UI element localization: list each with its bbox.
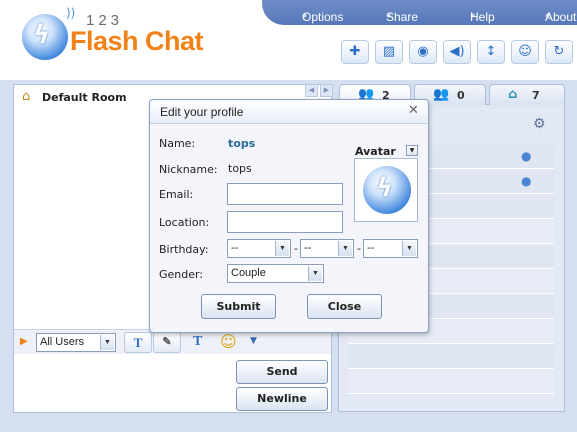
separator: - <box>357 242 361 255</box>
gamepad-icon[interactable]: ✚ <box>341 40 369 64</box>
speaker-icon[interactable]: ◀) <box>443 40 471 64</box>
message-input[interactable] <box>14 356 232 412</box>
send-button[interactable]: Send <box>236 360 328 384</box>
avatar-dropdown[interactable]: ▼ <box>406 145 418 156</box>
name-label: Name: <box>159 137 196 150</box>
chevron-down-icon[interactable]: ▼ <box>250 336 257 346</box>
refresh-icon[interactable]: ↻ <box>545 40 573 64</box>
tab-rooms[interactable]: ⌂ 7 <box>489 84 565 105</box>
user-row <box>348 345 554 369</box>
avatar-label: Avatar <box>355 145 396 158</box>
header: ϟ )) 123 Flash Chat ● Options ● Share ● Hel… <box>0 0 577 80</box>
birthday-month-select[interactable]: -- ▼ <box>227 239 291 258</box>
nickname-label: Nickname: <box>159 163 218 176</box>
lightning-icon: ϟ <box>33 20 51 50</box>
room-name: Default Room <box>42 91 127 104</box>
logo-title: Flash Chat <box>70 26 204 56</box>
birthday-label: Birthday: <box>159 243 209 256</box>
dialog-titlebar: Edit your profile ✕ <box>150 100 428 124</box>
location-label: Location: <box>159 216 210 229</box>
edit-profile-dialog: Edit your profile ✕ Name: tops Nickname:… <box>149 99 429 333</box>
nickname-value: tops <box>228 162 252 175</box>
recipient-select[interactable]: All Users ▼ <box>36 333 116 352</box>
birthday-year-select[interactable]: -- ▼ <box>363 239 418 258</box>
gender-label: Gender: <box>159 268 204 281</box>
top-nav: ● Options ● Share ● Help ● About <box>262 0 577 25</box>
chevron-down-icon: ▼ <box>308 266 322 281</box>
separator: - <box>294 242 298 255</box>
room-tab[interactable]: ⌂ Default Room <box>14 85 149 109</box>
dialog-title: Edit your profile <box>160 105 244 119</box>
resize-icon[interactable]: ↕ <box>477 40 505 64</box>
close-icon[interactable]: ✕ <box>408 103 419 118</box>
pencil-button[interactable]: ✎ <box>153 332 181 353</box>
email-field[interactable] <box>227 183 343 205</box>
email-label: Email: <box>159 188 194 201</box>
chevron-down-icon: ▼ <box>402 241 416 256</box>
gear-icon[interactable]: ⚙ <box>533 116 546 132</box>
image-icon[interactable]: ▨ <box>375 40 403 64</box>
user-row <box>348 370 554 394</box>
smiley-bubble-icon[interactable]: ☺ <box>511 40 539 64</box>
name-value: tops <box>228 137 256 150</box>
home-icon: ⌂ <box>508 87 518 102</box>
add-users-icon: 👥 <box>433 87 450 102</box>
chevron-down-icon: ▼ <box>338 241 352 256</box>
webcam-icon[interactable]: ◉ <box>409 40 437 64</box>
location-field[interactable] <box>227 211 343 233</box>
lightning-icon: ϟ <box>376 173 394 203</box>
submit-button[interactable]: Submit <box>201 294 276 319</box>
text-bold-button[interactable]: T <box>124 332 152 353</box>
avatar[interactable]: ϟ <box>354 158 418 222</box>
scroll-left-button[interactable]: ◀ <box>305 84 318 97</box>
scroll-right-button[interactable]: ▶ <box>320 84 333 97</box>
close-button[interactable]: Close <box>307 294 382 319</box>
gender-select[interactable]: Couple ▼ <box>227 264 324 283</box>
chevron-down-icon: ▼ <box>275 241 289 256</box>
user-icon: ● <box>521 149 532 163</box>
chevron-down-icon: ▼ <box>100 335 114 350</box>
expand-arrow-icon[interactable]: ▶ <box>20 336 28 347</box>
newline-button[interactable]: Newline <box>236 387 328 411</box>
signal-icon: )) <box>66 6 76 20</box>
text-color-icon[interactable]: T <box>193 334 202 350</box>
smiley-icon[interactable]: ☺ <box>220 332 237 351</box>
home-icon: ⌂ <box>22 89 31 104</box>
user-icon: ● <box>521 174 532 188</box>
birthday-day-select[interactable]: -- ▼ <box>300 239 354 258</box>
